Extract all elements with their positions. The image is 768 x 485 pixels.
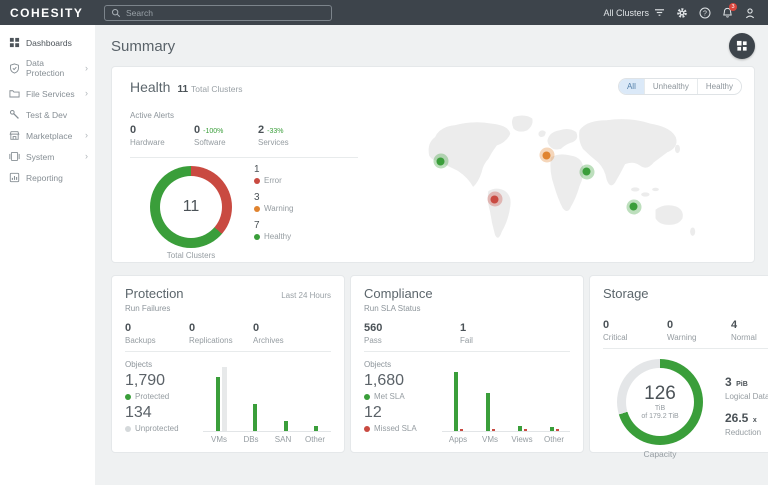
sidebar-item-reporting[interactable]: Reporting — [0, 167, 95, 188]
donut-caption: Total Clusters — [120, 251, 262, 260]
pass-stat: 560 Pass — [364, 322, 460, 345]
unprotected-count: 134 — [125, 404, 203, 422]
total-clusters-count: 11 — [177, 84, 188, 95]
objects-label: Objects — [125, 360, 203, 369]
chevron-right-icon: › — [85, 131, 88, 140]
legend-error: 1 Error — [254, 164, 294, 185]
backups-stat: 0 Backups — [125, 322, 189, 345]
missed-sla-dot — [364, 426, 370, 432]
capacity-label: Capacity — [617, 449, 703, 459]
error-dot — [254, 178, 260, 184]
health-legend: 1 Error 3 Warning 7 Healthy — [254, 164, 294, 248]
sidebar-item-marketplace[interactable]: Marketplace › — [0, 125, 95, 146]
sidebar-item-dashboards[interactable]: Dashboards — [0, 32, 95, 53]
used-capacity-value: 126 — [644, 383, 676, 405]
protection-subtitle: Run Failures — [125, 304, 331, 313]
capacity-donut-chart: 126 TiB of 179.2 TiB — [617, 359, 703, 445]
chevron-right-icon: › — [85, 152, 88, 161]
protection-title: Protection — [125, 286, 184, 301]
protection-period: Last 24 Hours — [281, 291, 331, 300]
software-alerts-stat: 0-100% Software — [194, 124, 258, 147]
archives-stat: 0 Archives — [253, 322, 317, 345]
active-alerts-label: Active Alerts — [130, 111, 174, 120]
unprotected-dot — [125, 426, 131, 432]
objects-label: Objects — [364, 360, 442, 369]
notifications-bell-icon[interactable]: 3 — [722, 7, 733, 19]
legend-healthy: 7 Healthy — [254, 220, 294, 241]
wrench-icon — [9, 109, 20, 120]
user-icon[interactable] — [744, 7, 756, 19]
filter-healthy-button[interactable]: Healthy — [698, 79, 741, 94]
legend-warning: 3 Warning — [254, 192, 294, 213]
main-content: Summary Health 11 Total Clusters All Unh… — [95, 25, 768, 485]
protected-dot — [125, 394, 131, 400]
settings-gear-icon[interactable] — [676, 7, 688, 19]
search-box[interactable] — [104, 5, 332, 21]
cohesity-logo: COHESITY — [0, 6, 95, 20]
total-clusters-label: Total Clusters — [191, 84, 243, 94]
grid-icon — [736, 40, 748, 52]
warning-dot — [254, 206, 260, 212]
reduction-stat: 26.5 x Reduction — [725, 409, 768, 437]
critical-stat: 0 Critical — [603, 319, 667, 342]
filter-unhealthy-button[interactable]: Unhealthy — [645, 79, 698, 94]
svg-text:?: ? — [703, 10, 707, 17]
protection-bar-chart: VMsDBsSANOther — [203, 360, 331, 444]
filter-icon — [654, 8, 665, 17]
fail-stat: 1 Fail — [460, 322, 524, 345]
notification-badge: 3 — [729, 3, 737, 11]
top-bar: COHESITY All Clusters ? 3 — [0, 0, 768, 25]
clusters-donut-chart: 11 — [150, 166, 232, 248]
active-alerts-stats: 0 Hardware 0-100% Software 2-33% Service… — [130, 124, 322, 147]
search-input[interactable] — [126, 8, 325, 18]
health-filter-group: All Unhealthy Healthy — [618, 78, 742, 95]
system-box-icon — [9, 151, 20, 162]
sidebar-item-test-dev[interactable]: Test & Dev — [0, 104, 95, 125]
filter-all-button[interactable]: All — [619, 79, 645, 94]
compliance-card: Compliance Run SLA Status 560 Pass 1 Fai… — [350, 275, 584, 453]
chevron-right-icon: › — [85, 89, 88, 98]
storage-card: Storage 0 Critical 0 Warning 4 Normal — [589, 275, 768, 453]
health-card: Health 11 Total Clusters All Unhealthy H… — [111, 66, 755, 263]
storefront-icon — [9, 130, 20, 141]
warning-stat: 0 Warning — [667, 319, 731, 342]
help-icon[interactable]: ? — [699, 7, 711, 19]
report-chart-icon — [9, 172, 20, 183]
sidebar-item-data-protection[interactable]: Data Protection › — [0, 53, 95, 83]
compliance-subtitle: Run SLA Status — [364, 304, 570, 313]
topbar-actions: All Clusters ? 3 — [603, 7, 768, 19]
cluster-selector[interactable]: All Clusters — [603, 8, 665, 18]
protection-card: Protection Last 24 Hours Run Failures 0 … — [111, 275, 345, 453]
chevron-right-icon: › — [85, 64, 88, 73]
sidebar-item-system[interactable]: System › — [0, 146, 95, 167]
replications-stat: 0 Replications — [189, 322, 253, 345]
compliance-bar-chart: AppsVMsViewsOther — [442, 360, 570, 444]
search-icon — [111, 8, 121, 18]
page-title: Summary — [111, 38, 175, 55]
sidebar-item-file-services[interactable]: File Services › — [0, 83, 95, 104]
health-title: Health — [130, 79, 170, 95]
sidebar-nav: Dashboards Data Protection › File Servic… — [0, 25, 95, 485]
healthy-dot — [254, 234, 260, 240]
protected-count: 1,790 — [125, 372, 203, 390]
shield-icon — [9, 63, 20, 74]
missed-sla-count: 12 — [364, 404, 442, 422]
folder-icon — [9, 88, 20, 99]
services-alerts-stat: 2-33% Services — [258, 124, 322, 147]
dashboards-icon — [9, 37, 20, 48]
donut-center-value: 11 — [150, 166, 232, 248]
hardware-alerts-stat: 0 Hardware — [130, 124, 194, 147]
storage-title: Storage — [603, 286, 649, 301]
dashboard-switcher-button[interactable] — [729, 33, 755, 59]
normal-stat: 4 Normal — [731, 319, 768, 342]
met-sla-count: 1,680 — [364, 372, 442, 390]
logical-data-stat: 3 PiB Logical Data — [725, 373, 768, 401]
met-sla-dot — [364, 394, 370, 400]
compliance-title: Compliance — [364, 286, 433, 301]
world-map — [392, 105, 740, 257]
